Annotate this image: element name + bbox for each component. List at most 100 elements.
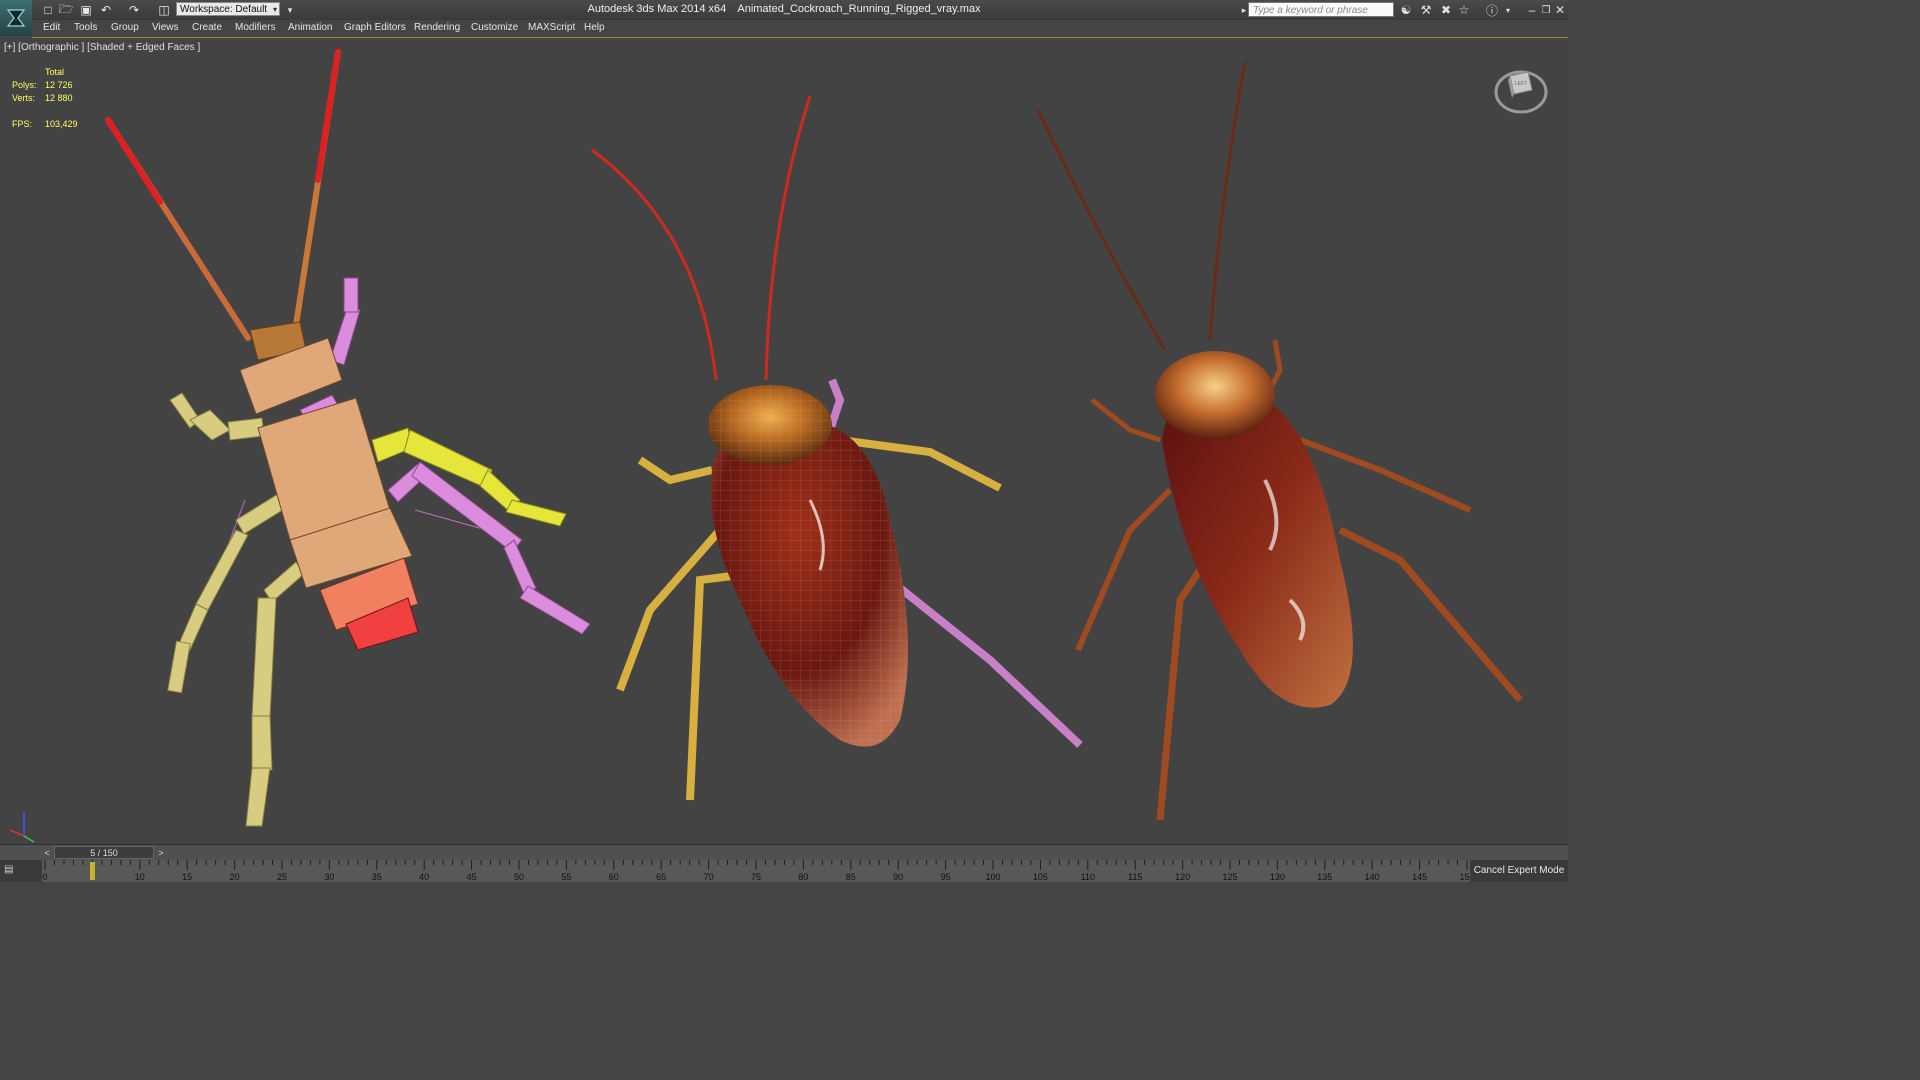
timeline-tick-label: 10 [134,872,145,882]
menu-modifiers[interactable]: Modifiers [235,22,276,33]
timeline-tick-label: 85 [845,872,856,882]
time-slider[interactable]: < 5 / 150 > [0,844,1568,861]
help-icon[interactable]: ⓘ [1484,2,1500,18]
menu-edit[interactable]: Edit [43,22,60,33]
leg-bone [245,767,271,827]
verts-label: Verts: [12,93,36,103]
viewport-label[interactable]: [+] [Orthographic ] [Shaded + Edged Face… [4,42,200,53]
leg-bone [519,585,591,635]
leg-render [1156,568,1203,821]
fps-value: 103,429 [45,119,78,129]
menu-group[interactable]: Group [111,22,139,33]
axis-tripod-icon [9,812,35,843]
timeline-tick-label: 40 [419,872,430,882]
antenna-render [1208,61,1247,341]
leg-bone [195,529,249,611]
help-dropdown-icon[interactable]: ▾ [1500,2,1516,18]
timeline-tick-label: 105 [1032,872,1048,882]
antenna-render [1036,109,1167,351]
rendered-cockroach[interactable] [1036,61,1523,821]
timeline-tick-label: 95 [940,872,951,882]
leg-mesh [637,456,713,485]
leg-bone [251,597,277,719]
polys-value: 12 726 [45,80,73,90]
timeline-tick-label: 20 [229,872,240,882]
stats-header: Total [45,67,65,77]
menu-rendering[interactable]: Rendering [414,22,460,33]
timeline-tick-label: 25 [276,872,288,882]
leg-render [1075,487,1173,652]
leg-mesh [887,576,1083,748]
antenna-mesh [764,95,812,381]
binoculars-icon[interactable]: ☯ [1398,2,1414,18]
timeline-tick-label: 0 [42,872,48,882]
leg-bone [167,640,191,694]
time-slider-next-button[interactable]: > [156,847,166,859]
timeline-tick-label: 80 [798,872,809,882]
timeline-tick-label: 45 [466,872,477,882]
antenna-mesh [591,148,718,381]
close-icon[interactable]: ✕ [1552,2,1568,18]
timeline-tick-label: 125 [1222,872,1238,882]
menu-views[interactable]: Views [152,22,179,33]
leg-bone [343,277,359,313]
menu-graph-editors[interactable]: Graph Editors [344,22,406,33]
timeline-ruler[interactable]: 0 10 15 20 25 30 35 40 45 50 55 60 65 70 75 80 85 90 95 100… [42,860,1475,882]
current-frame-marker [90,862,96,880]
viewcube-icon[interactable]: LEFT [1494,62,1548,116]
timeline-tick-label: 130 [1269,872,1285,882]
menu-help[interactable]: Help [584,22,605,33]
bone-rig[interactable] [105,49,591,827]
leg-bone [251,715,273,771]
verts-value: 12 880 [45,93,73,103]
track-bar: ▤ 0 10 15 20 25 30 35 40 45 50 55 60 65 70 75 80 85 90 95 1… [0,860,1568,882]
cancel-expert-mode-button[interactable]: Cancel Expert Mode [1470,860,1568,882]
leg-mesh [686,571,741,801]
timeline-tick-label: 100 [985,872,1001,882]
pronotum-render [1155,351,1275,439]
menu-customize[interactable]: Customize [471,22,518,33]
viewcube-face-label: LEFT [1515,81,1527,87]
perspective-viewport[interactable]: [+] [Orthographic ] [Shaded + Edged Face… [0,38,1568,844]
fps-label: FPS: [12,119,33,129]
timeline-tick-label: 75 [750,872,762,882]
timeline-tick-label: 65 [656,872,667,882]
time-slider-thumb[interactable]: 5 / 150 [54,846,154,859]
timeline-tick-label: 115 [1128,872,1143,882]
timeline-tick-label: 140 [1364,872,1380,882]
subscription-icon[interactable]: ⚒ [1418,2,1434,18]
timeline-tick-label: 30 [324,872,335,882]
wings-render [1162,388,1353,708]
file-name: Animated_Cockroach_Running_Rigged_vray.m… [737,3,981,15]
timeline-tick-label: 120 [1175,872,1191,882]
antenna-tip-left [105,117,163,205]
menu-create[interactable]: Create [192,22,222,33]
timeline-tick-label: 110 [1080,872,1095,882]
timeline-tick-label: 70 [703,872,714,882]
leg-bone [505,499,567,527]
search-input[interactable]: Type a keyword or phrase [1248,2,1394,17]
timeline-tick-label: 15 [182,872,193,882]
favorites-star-icon[interactable]: ☆ [1456,2,1472,18]
app-title: Autodesk 3ds Max 2014 x64 [587,3,727,15]
mesh-with-bones[interactable] [591,95,1083,801]
head-wireframe [708,385,832,465]
leg-bone [263,561,305,603]
antenna-tip-right [315,49,341,183]
menu-animation[interactable]: Animation [288,22,332,33]
time-slider-prev-button[interactable]: < [42,847,52,859]
timeline-tick-label: 90 [893,872,904,882]
leg-render [1338,526,1523,703]
menu-tools[interactable]: Tools [74,22,97,33]
statistics-overlay: Total Polys: 12 726 Verts: 12 880 FPS: 103,… [12,66,132,131]
communication-icon[interactable]: ✖ [1438,2,1454,18]
timeline-tick-label: 55 [561,872,572,882]
menu-maxscript[interactable]: MAXScript [528,22,575,33]
body-wireframe [710,420,908,747]
timeline-tick-label: 60 [608,872,619,882]
timeline-tick-label: 135 [1317,872,1333,882]
mini-curve-editor-icon[interactable]: ▤ [4,864,26,878]
viewcube[interactable]: LEFT [1494,62,1548,116]
title-bar: □ 🗁 ▣ ↶ ↷ ◫ Workspace: Default ▾ ▾ Autod… [0,0,1568,36]
viewport-scene[interactable] [0,38,1568,844]
